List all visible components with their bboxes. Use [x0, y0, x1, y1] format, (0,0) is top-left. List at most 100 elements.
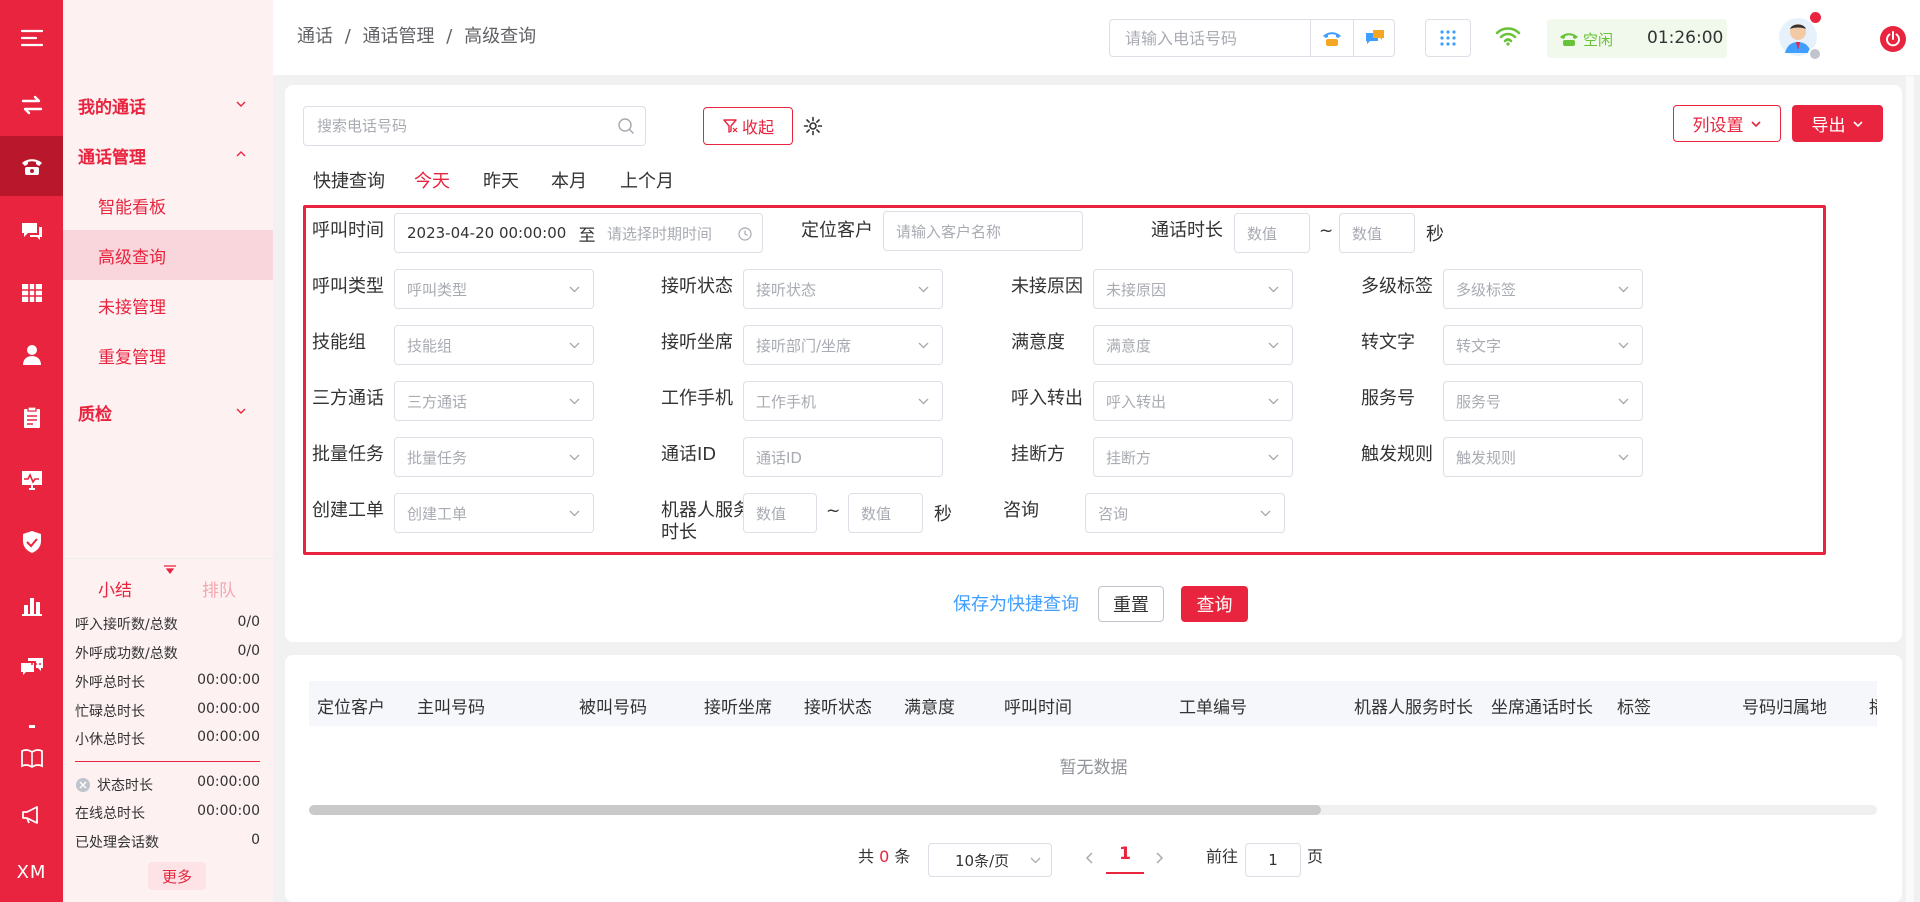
quick-yesterday[interactable]: 昨天	[483, 167, 519, 193]
book-icon[interactable]	[0, 728, 63, 788]
reset-button[interactable]: 重置	[1098, 586, 1164, 622]
column-header[interactable]: 被叫号码	[579, 693, 647, 718]
query-button[interactable]: 查询	[1181, 586, 1248, 622]
gear-icon[interactable]	[803, 116, 823, 136]
menu-group-call-management[interactable]: 通话管理	[63, 130, 273, 180]
column-header[interactable]: 接听状态	[804, 693, 872, 718]
logout-button[interactable]	[1880, 26, 1906, 52]
tab-summary[interactable]: 小结	[98, 576, 132, 601]
empty-state: 暂无数据	[1059, 758, 1128, 778]
filter-area: 呼叫时间 2023-04-20 00:00:00 至 请选择时期时间 定位客户 …	[303, 205, 1826, 555]
monitor-icon[interactable]	[0, 450, 63, 510]
breadcrumb-item[interactable]: 通话	[297, 26, 333, 47]
sidebar-item-advanced-query[interactable]: 高级查询	[63, 230, 273, 280]
three-way-select[interactable]: 三方通话	[394, 381, 594, 421]
multi-tag-select[interactable]: 多级标签	[1443, 269, 1643, 309]
user-icon[interactable]	[0, 325, 63, 385]
call-time-start[interactable]: 2023-04-20 00:00:00	[394, 213, 574, 253]
call-type-select[interactable]: 呼叫类型	[394, 269, 594, 309]
column-header[interactable]: 满意度	[904, 693, 955, 718]
message-button[interactable]	[1353, 20, 1396, 56]
close-circle-icon[interactable]	[75, 777, 91, 793]
consult-select[interactable]: 咨询	[1085, 493, 1285, 533]
column-header[interactable]: 呼叫时间	[1004, 693, 1072, 718]
column-header[interactable]: 接听坐席	[704, 693, 772, 718]
chat-icon[interactable]	[0, 201, 63, 261]
call-id-input[interactable]: 通话ID	[743, 437, 943, 477]
tab-queue[interactable]: 排队	[202, 576, 236, 601]
column-header[interactable]: 号码归属地	[1742, 693, 1827, 718]
robot-duration-max-input[interactable]: 数值	[848, 493, 923, 533]
collapse-button[interactable]: 收起	[703, 107, 793, 145]
work-phone-select[interactable]: 工作手机	[743, 381, 943, 421]
duration-max-input[interactable]: 数值	[1339, 213, 1415, 253]
apps-button[interactable]	[1425, 19, 1471, 57]
search-icon[interactable]	[617, 117, 635, 135]
scrollbar-thumb[interactable]	[309, 805, 1321, 815]
phone-number-input[interactable]	[1110, 20, 1310, 56]
page-number[interactable]: 1	[1106, 844, 1144, 874]
inbound-transfer-select[interactable]: 呼入转出	[1093, 381, 1293, 421]
customer-name-input[interactable]: 请输入客户名称	[883, 211, 1083, 251]
bar-chart-icon[interactable]	[0, 575, 63, 635]
batch-task-select[interactable]: 批量任务	[394, 437, 594, 477]
export-button[interactable]: 导出	[1792, 105, 1883, 142]
answer-seat-select[interactable]: 接听部门/坐席	[743, 325, 943, 365]
robot-duration-min-input[interactable]: 数值	[743, 493, 817, 533]
hangup-select[interactable]: 挂断方	[1093, 437, 1293, 477]
page-size-select[interactable]: 10条/页	[928, 843, 1052, 877]
skill-group-select[interactable]: 技能组	[394, 325, 594, 365]
sidebar-item-repeat[interactable]: 重复管理	[63, 330, 273, 380]
goto-label: 前往	[1206, 847, 1239, 866]
dial-button[interactable]	[1310, 20, 1353, 56]
column-settings-button[interactable]: 列设置	[1673, 105, 1781, 142]
prev-page-icon[interactable]	[1084, 851, 1096, 865]
avatar[interactable]	[1778, 12, 1822, 61]
table-icon[interactable]	[0, 263, 63, 323]
column-header[interactable]: 主叫号码	[417, 693, 485, 718]
transfer-icon[interactable]	[0, 75, 63, 135]
create-ticket-select[interactable]: 创建工单	[394, 493, 594, 533]
column-header[interactable]: 播	[1869, 693, 1877, 718]
sidebar-item-dashboard[interactable]: 智能看板	[63, 180, 273, 230]
quick-last-month[interactable]: 上个月	[620, 167, 674, 193]
more-button[interactable]: 更多	[148, 862, 206, 890]
chevron-down-icon	[1852, 120, 1863, 127]
save-quick-query-link[interactable]: 保存为快捷查询	[953, 590, 1079, 616]
menu-group-my-calls[interactable]: 我的通话	[63, 80, 273, 130]
dial-box	[1109, 19, 1395, 57]
phone-icon[interactable]	[0, 136, 63, 196]
column-header[interactable]: 工单编号	[1179, 693, 1247, 718]
phone-search-input[interactable]	[304, 107, 604, 145]
duration-min-input[interactable]: 数值	[1234, 213, 1310, 253]
service-no-select[interactable]: 服务号	[1443, 381, 1643, 421]
breadcrumb-item[interactable]: 通话管理	[363, 26, 435, 47]
shield-icon[interactable]	[0, 512, 63, 572]
quick-today[interactable]: 今天	[414, 167, 450, 193]
answer-status-select[interactable]: 接听状态	[743, 269, 943, 309]
quick-this-month[interactable]: 本月	[551, 167, 587, 193]
agent-status[interactable]: 空闲 01:26:00	[1547, 19, 1727, 58]
next-page-icon[interactable]	[1153, 851, 1165, 865]
vertical-scrollbar[interactable]	[1906, 76, 1914, 902]
sidebar-item-missed[interactable]: 未接管理	[63, 280, 273, 330]
column-header[interactable]: 机器人服务时长	[1354, 693, 1473, 718]
missed-reason-select[interactable]: 未接原因	[1093, 269, 1293, 309]
satisfaction-select[interactable]: 满意度	[1093, 325, 1293, 365]
trigger-rule-select[interactable]: 触发规则	[1443, 437, 1643, 477]
clipboard-icon[interactable]	[0, 388, 63, 448]
menu-group-quality[interactable]: 质检	[63, 387, 273, 437]
column-header[interactable]: 标签	[1617, 693, 1651, 718]
message-icon[interactable]	[0, 638, 63, 698]
transcribe-select[interactable]: 转文字	[1443, 325, 1643, 365]
column-header[interactable]: 坐席通话时长	[1491, 693, 1593, 718]
collapse-label: 收起	[741, 118, 774, 137]
menu-icon[interactable]	[0, 8, 63, 68]
collapse-arrow-icon[interactable]	[163, 565, 177, 575]
horizontal-scrollbar[interactable]	[309, 805, 1877, 815]
column-header[interactable]: 定位客户	[317, 693, 385, 718]
stat-row: 在线总时长 00:00:00	[75, 803, 260, 822]
call-time-end[interactable]: 至 请选择时期时间	[574, 213, 763, 253]
goto-page-input[interactable]: 1	[1245, 843, 1301, 877]
megaphone-icon[interactable]	[0, 785, 63, 845]
